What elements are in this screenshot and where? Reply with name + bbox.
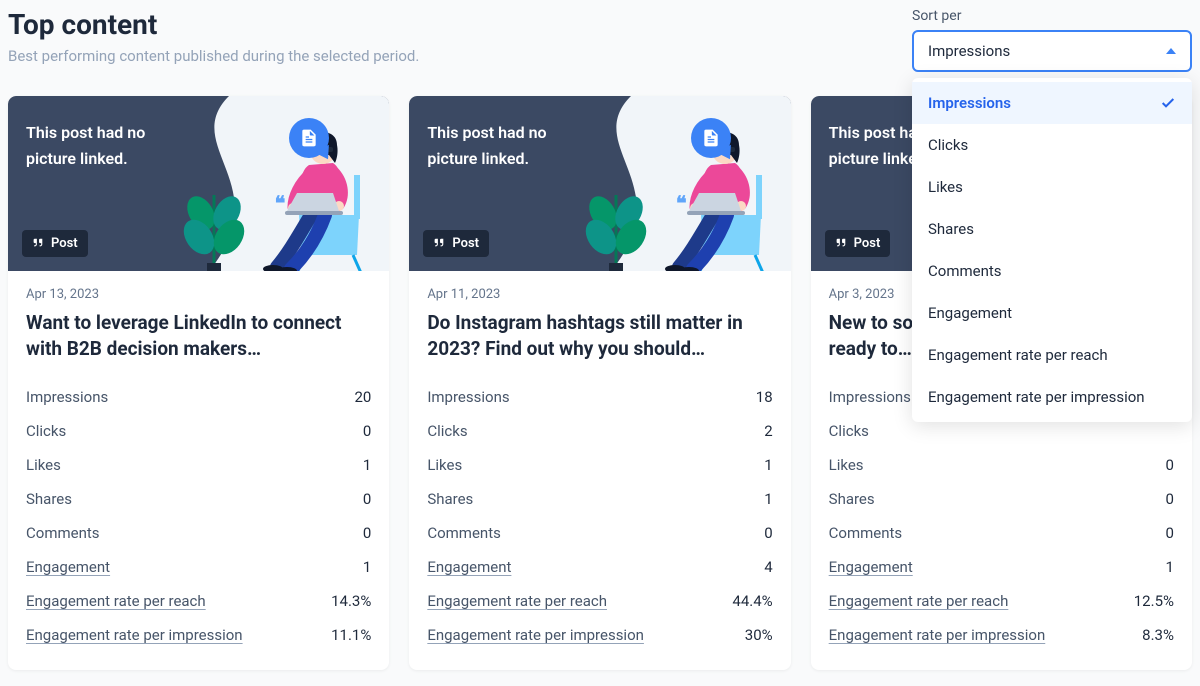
dropdown-item-engagement[interactable]: Engagement [912,292,1192,334]
metric-comments: Comments0 [829,516,1174,550]
card-hero: This post had no picture linked. [409,96,790,271]
post-badge: Post [825,230,891,257]
sort-selected-value: Impressions [928,42,1010,60]
card-title[interactable]: Do Instagram hashtags still matter in 20… [427,310,772,362]
dropdown-item-err[interactable]: Engagement rate per reach [912,334,1192,376]
quote-decor-icon: ❝ [676,191,687,215]
metric-eri[interactable]: Engagement rate per impression8.3% [829,618,1174,652]
card-date: Apr 11, 2023 [427,287,772,302]
metric-shares: Shares1 [427,482,772,516]
chevron-up-icon [1166,48,1176,54]
card-hero: This post had no picture linked. [8,96,389,271]
content-card[interactable]: This post had no picture linked. [409,96,790,670]
hero-placeholder-text: This post had no picture linked. [26,120,145,171]
metric-clicks: Clicks0 [26,414,371,448]
metric-engagement[interactable]: Engagement1 [829,550,1174,584]
metric-comments: Comments0 [427,516,772,550]
dropdown-item-impressions[interactable]: Impressions [912,82,1192,124]
metric-likes: Likes0 [829,448,1174,482]
dropdown-item-comments[interactable]: Comments [912,250,1192,292]
post-badge: Post [22,230,88,257]
sort-dropdown: Impressions Clicks Likes Shares Comments… [912,78,1192,422]
quote-icon [433,235,446,252]
dropdown-item-clicks[interactable]: Clicks [912,124,1192,166]
sort-label: Sort per [912,8,1192,24]
metric-impressions: Impressions18 [427,380,772,414]
dropdown-item-eri[interactable]: Engagement rate per impression [912,376,1192,418]
hero-illustration: ❝ [149,96,389,271]
metric-eri[interactable]: Engagement rate per impression30% [427,618,772,652]
metric-shares: Shares0 [26,482,371,516]
page-subtitle: Best performing content published during… [8,47,912,65]
metric-err[interactable]: Engagement rate per reach14.3% [26,584,371,618]
quote-icon [32,235,45,252]
card-date: Apr 13, 2023 [26,287,371,302]
metric-comments: Comments0 [26,516,371,550]
metric-likes: Likes1 [427,448,772,482]
metric-likes: Likes1 [26,448,371,482]
hero-placeholder-text: This post had no picture linked. [427,120,546,171]
hero-illustration: ❝ [551,96,791,271]
sort-select[interactable]: Impressions [912,30,1192,72]
metric-err[interactable]: Engagement rate per reach12.5% [829,584,1174,618]
metric-engagement[interactable]: Engagement1 [26,550,371,584]
quote-decor-icon: ❝ [275,191,286,215]
card-title[interactable]: Want to leverage LinkedIn to connect wit… [26,310,371,362]
metric-err[interactable]: Engagement rate per reach44.4% [427,584,772,618]
page-title: Top content [8,8,912,41]
quote-icon [835,235,848,252]
check-icon [1160,95,1176,111]
metric-impressions: Impressions20 [26,380,371,414]
metric-eri[interactable]: Engagement rate per impression11.1% [26,618,371,652]
dropdown-item-likes[interactable]: Likes [912,166,1192,208]
post-badge: Post [423,230,489,257]
metric-shares: Shares0 [829,482,1174,516]
content-card[interactable]: This post had no picture linked. [8,96,389,670]
dropdown-item-shares[interactable]: Shares [912,208,1192,250]
metric-clicks: Clicks2 [427,414,772,448]
metric-engagement[interactable]: Engagement4 [427,550,772,584]
